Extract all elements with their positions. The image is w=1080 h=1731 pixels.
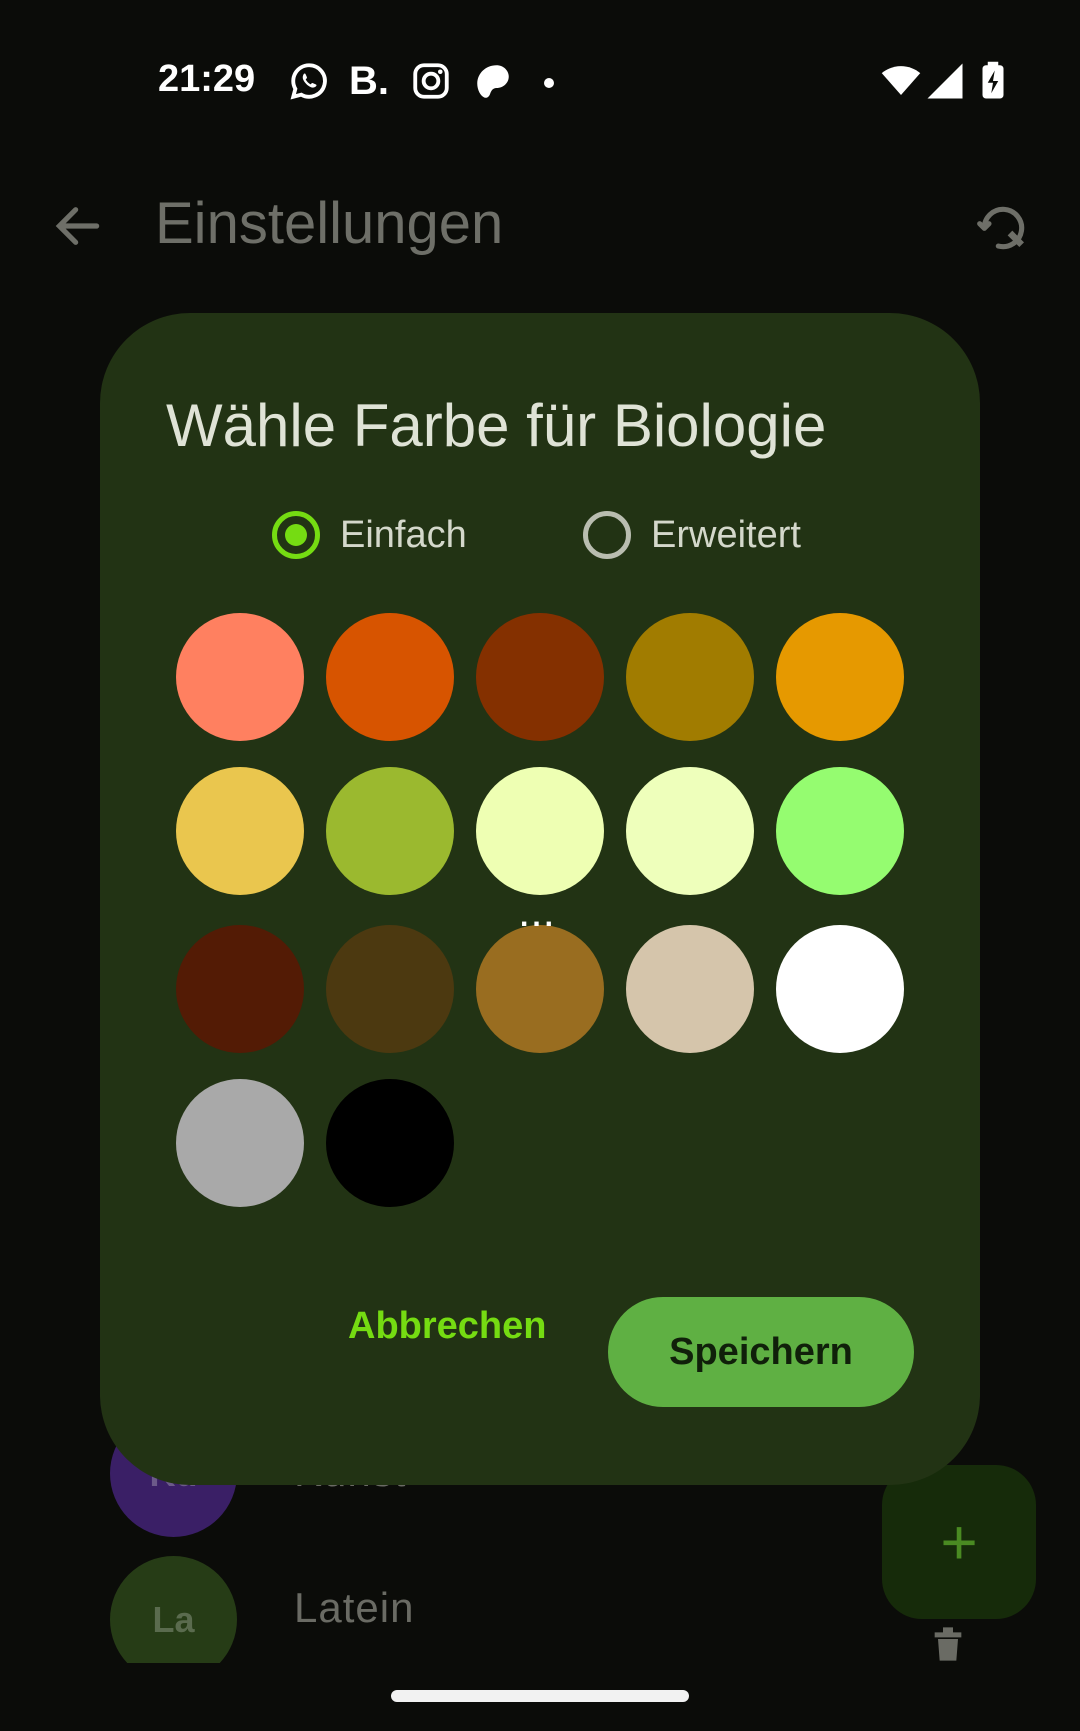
cancel-button[interactable]: Abbrechen [348,1305,546,1348]
wifi-icon [880,60,922,102]
plus-icon: + [940,1506,978,1578]
color-swatch[interactable] [626,613,754,741]
save-button[interactable]: Speichern [608,1297,914,1407]
color-swatch[interactable] [476,767,604,895]
arrow-back-icon[interactable] [50,198,106,254]
signal-icon [924,60,966,102]
patreon-icon [472,60,514,102]
radio-unselected-icon [583,511,631,559]
radio-erweitert[interactable]: Erweitert [583,511,801,559]
status-time: 21:29 [158,58,256,100]
whatsapp-icon [288,60,330,102]
color-swatch[interactable] [176,767,304,895]
color-swatch[interactable] [476,613,604,741]
status-bar: 21:29 B. [0,0,1080,165]
battery-charging-icon [972,60,1014,102]
color-swatch[interactable] [776,613,904,741]
more-notifications-dot-icon [544,78,554,88]
color-swatch[interactable] [476,925,604,1053]
page-title: Einstellungen [155,191,504,256]
color-swatch[interactable] [626,767,754,895]
radio-einfach[interactable]: Einfach [272,511,467,559]
add-subject-button[interactable]: + [882,1465,1036,1619]
color-swatch[interactable] [326,925,454,1053]
radio-selected-icon [272,511,320,559]
trash-icon[interactable] [928,1624,968,1664]
color-swatch[interactable] [626,925,754,1053]
b-icon: B. [349,59,389,103]
avatar: La [110,1556,237,1663]
color-mode-selector: Einfach Erweitert [100,511,980,571]
color-swatch[interactable] [176,1079,304,1207]
dialog-title: Wähle Farbe für Biologie [166,392,827,459]
color-swatch[interactable] [776,767,904,895]
color-swatch[interactable] [176,925,304,1053]
instagram-icon [410,60,452,102]
gesture-nav-handle[interactable] [391,1690,689,1702]
list-item-label: Latein [294,1584,415,1631]
sync-settings-icon[interactable] [975,198,1031,254]
color-swatch[interactable] [776,925,904,1053]
color-swatch[interactable] [326,1079,454,1207]
color-swatch[interactable] [326,767,454,895]
color-swatch[interactable] [326,613,454,741]
color-swatch[interactable] [176,613,304,741]
color-picker-dialog: Wähle Farbe für Biologie Einfach Erweite… [100,313,980,1485]
selected-swatch-indicator: ... [520,900,558,933]
